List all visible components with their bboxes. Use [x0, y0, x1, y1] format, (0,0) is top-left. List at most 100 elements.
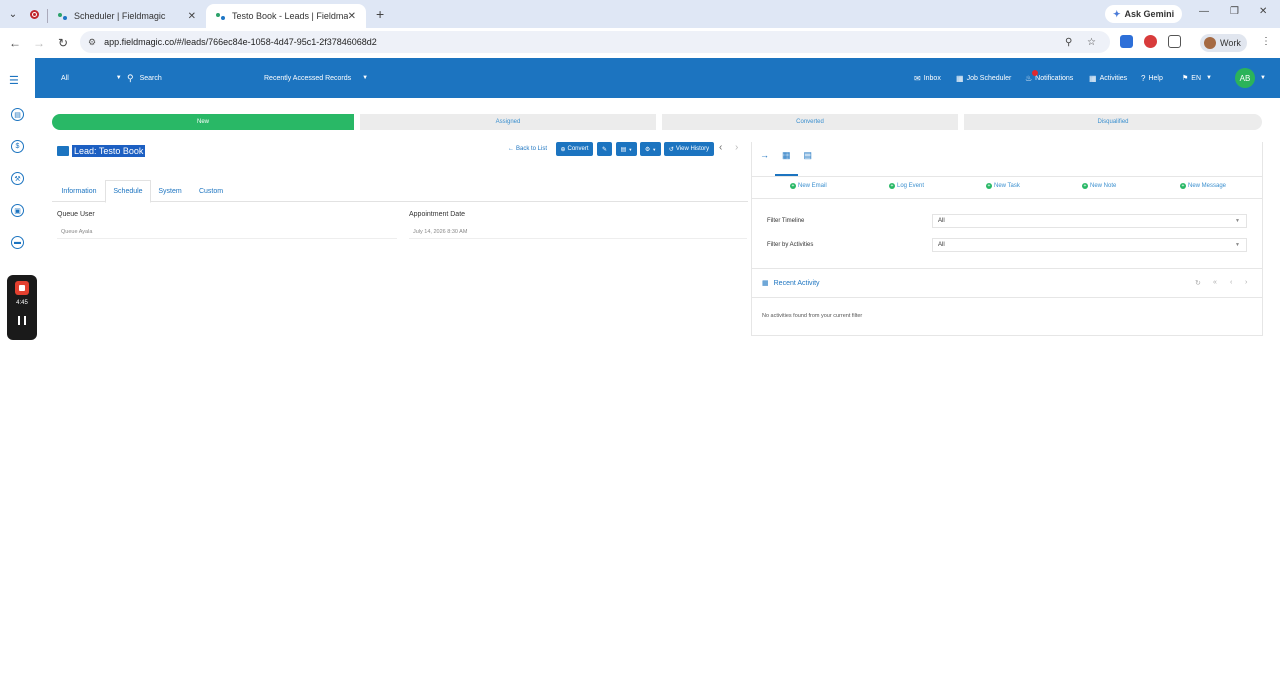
question-icon: ? — [1141, 73, 1146, 83]
close-tab-icon[interactable]: ✕ — [188, 11, 196, 22]
left-sidebar: ☰ ▤ $ ⚒ ▣ ▬ — [0, 58, 35, 688]
view-history-button[interactable]: ↺ View History — [664, 142, 714, 156]
settings-dropdown-button[interactable]: ⚙ ▼ — [640, 142, 661, 156]
profile-avatar — [1204, 37, 1216, 49]
back-arrow-icon[interactable]: ← — [3, 36, 27, 50]
back-to-list-link[interactable]: ← Back to List — [508, 142, 547, 156]
site-info-icon[interactable]: ⚙ — [88, 37, 96, 48]
filter-activities-label: Filter by Activities — [767, 242, 814, 248]
log-event-label: Log Event — [897, 183, 925, 189]
activities-link[interactable]: ▦ Activities — [1089, 58, 1127, 98]
job-scheduler-label: Job Scheduler — [966, 74, 1012, 82]
stage-assigned[interactable]: Assigned — [360, 114, 656, 130]
browser-tab-scheduler[interactable]: Scheduler | Fieldmagic ✕ — [48, 4, 206, 28]
queue-user-value: Queue Ayala — [57, 229, 397, 239]
reload-icon[interactable]: ↻ — [51, 36, 75, 50]
edit-button[interactable]: ✎ — [597, 142, 612, 156]
tab-schedule[interactable]: Schedule — [105, 180, 151, 203]
filter-timeline-label: Filter Timeline — [767, 218, 805, 224]
job-scheduler-link[interactable]: ▦ Job Scheduler — [956, 58, 1011, 98]
convert-button[interactable]: ⊕ Convert — [556, 142, 593, 156]
next-page-icon[interactable]: › — [1245, 279, 1247, 286]
notifications-link[interactable]: ♨ Notifications — [1025, 58, 1073, 98]
previous-page-icon[interactable]: ‹ — [1230, 279, 1232, 286]
plus-icon: + — [790, 183, 796, 189]
tab-system[interactable]: System — [152, 180, 188, 202]
help-link[interactable]: ? Help — [1141, 58, 1163, 98]
recent-records-dropdown[interactable]: Recently Accessed Records ▼ — [264, 58, 368, 98]
browser-menu-icon[interactable]: ⋮ — [1261, 36, 1271, 47]
arrow-right-icon[interactable]: → — [760, 150, 769, 170]
new-task-button[interactable]: + New Task — [986, 183, 1020, 189]
extension-1-icon[interactable] — [1120, 35, 1133, 48]
document-dropdown-button[interactable]: ▤ ▼ — [616, 142, 637, 156]
global-search-input[interactable]: ⚲ Search — [127, 58, 247, 98]
tab-information[interactable]: Information — [54, 180, 104, 202]
wrench-icon[interactable]: ⚒ — [11, 172, 24, 185]
document-tab-icon[interactable]: ▤ — [804, 150, 813, 170]
new-email-button[interactable]: + New Email — [790, 183, 827, 189]
dollar-icon[interactable]: $ — [11, 140, 24, 153]
log-event-button[interactable]: + Log Event — [889, 183, 924, 189]
scope-value: All — [61, 74, 69, 82]
new-note-button[interactable]: + New Note — [1082, 183, 1116, 189]
refresh-icon[interactable]: ↻ — [1195, 279, 1201, 287]
card-icon[interactable]: ▬ — [11, 236, 24, 249]
convert-icon: ⊕ — [560, 146, 566, 153]
profile-button[interactable]: Work — [1200, 34, 1247, 52]
zoom-icon[interactable]: ⚲ — [1065, 37, 1072, 48]
new-tab-button[interactable]: + — [376, 6, 384, 22]
calendar-icon: ▦ — [762, 280, 769, 287]
address-bar[interactable]: ⚙ app.fieldmagic.co/#/leads/766ec84e-105… — [80, 31, 1110, 53]
scope-select[interactable]: All ▼ — [61, 58, 122, 98]
bookmark-star-icon[interactable]: ☆ — [1087, 37, 1096, 48]
gear-icon: ⚙ — [644, 146, 651, 153]
history-icon: ↺ — [668, 146, 674, 153]
fieldmagic-favicon-icon — [58, 11, 68, 21]
plus-icon: + — [1082, 183, 1088, 189]
tab-custom[interactable]: Custom — [192, 180, 230, 202]
user-menu[interactable]: AB ▼ — [1235, 58, 1266, 98]
stop-recording-icon[interactable] — [15, 281, 29, 295]
language-dropdown[interactable]: ⚑ EN ▼ — [1182, 58, 1212, 98]
appointment-date-label: Appointment Date — [409, 211, 466, 218]
recent-records-label: Recently Accessed Records — [264, 74, 352, 82]
next-record-icon[interactable]: › — [735, 142, 738, 153]
briefcase-icon[interactable]: ▣ — [11, 204, 24, 217]
notifications-label: Notifications — [1035, 74, 1074, 82]
record-title: Lead: Testo Book — [57, 144, 146, 158]
extensions-puzzle-icon[interactable] — [1168, 35, 1181, 48]
calendar-tab-icon[interactable]: ▦ — [782, 150, 791, 170]
first-page-icon[interactable]: « — [1213, 279, 1217, 286]
restore-window-icon[interactable]: ❐ — [1230, 6, 1239, 17]
new-message-button[interactable]: + New Message — [1180, 183, 1226, 189]
caret-down-icon: ▼ — [362, 75, 369, 81]
filter-timeline-select[interactable]: All ▼ — [932, 214, 1247, 228]
inbox-label: Inbox — [923, 74, 941, 82]
pause-recording-icon[interactable] — [18, 316, 26, 325]
previous-record-icon[interactable]: ‹ — [719, 142, 722, 153]
search-icon: ⚲ — [127, 72, 134, 83]
browser-tab-leads[interactable]: Testo Book - Leads | Fieldmagic ✕ — [206, 4, 366, 28]
minimize-window-icon[interactable]: — — [1199, 6, 1209, 17]
tab-title: Testo Book - Leads | Fieldmagic — [232, 11, 348, 21]
extension-2-icon[interactable] — [1144, 35, 1157, 48]
inbox-link[interactable]: ✉ Inbox — [914, 58, 941, 98]
browser-tab-bar: ⌄ Scheduler | Fieldmagic ✕ Testo Book - … — [0, 0, 1280, 28]
forward-arrow-icon[interactable]: → — [27, 36, 51, 50]
stage-new[interactable]: New — [52, 114, 354, 130]
clipboard-icon[interactable]: ▤ — [11, 108, 24, 121]
stage-disqualified[interactable]: Disqualified — [964, 114, 1262, 130]
hamburger-menu-icon[interactable]: ☰ — [9, 74, 19, 87]
close-tab-icon[interactable]: ✕ — [348, 11, 356, 22]
ask-gemini-button[interactable]: ✦ Ask Gemini — [1105, 5, 1183, 23]
new-note-label: New Note — [1090, 183, 1117, 189]
tab-search-chevron-icon[interactable]: ⌄ — [0, 0, 26, 28]
browser-toolbar: ← → ↻ ⚙ app.fieldmagic.co/#/leads/766ec8… — [0, 28, 1280, 58]
fieldmagic-favicon-icon — [216, 11, 226, 21]
notification-badge — [1032, 70, 1038, 76]
filter-activities-select[interactable]: All ▼ — [932, 238, 1247, 252]
url-text: app.fieldmagic.co/#/leads/766ec84e-1058-… — [104, 37, 377, 47]
close-window-icon[interactable]: ✕ — [1259, 6, 1267, 17]
stage-converted[interactable]: Converted — [662, 114, 958, 130]
